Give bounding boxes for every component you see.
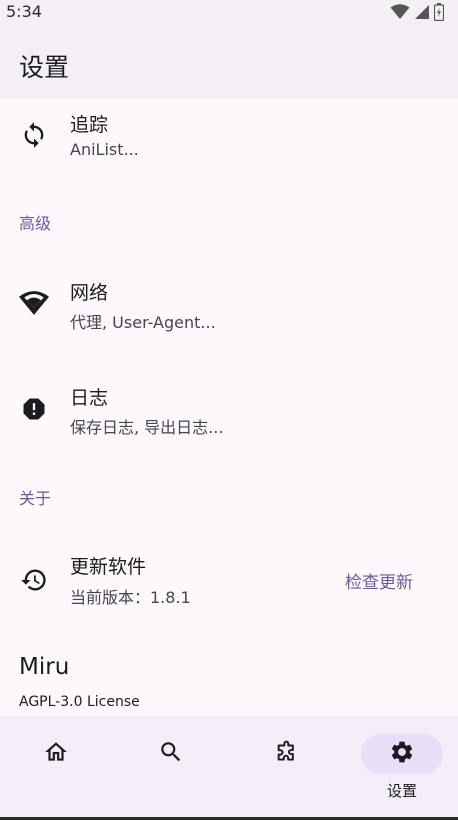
- nav-pill-extensions: [245, 734, 327, 774]
- tracking-subtitle: AniList...: [70, 140, 139, 159]
- bottom-navigation: 设置: [0, 716, 458, 820]
- gear-icon: [389, 739, 415, 769]
- settings-item-tracking[interactable]: 追踪 AniList...: [0, 98, 458, 178]
- search-icon: [158, 739, 184, 769]
- history-icon: [19, 565, 49, 595]
- wifi-icon: [390, 4, 410, 24]
- app-bar: 设置: [0, 24, 458, 98]
- status-time: 5:34: [6, 2, 42, 21]
- logs-subtitle: 保存日志, 导出日志...: [70, 418, 224, 437]
- app-name: Miru: [19, 654, 70, 680]
- puzzle-icon: [273, 739, 299, 769]
- nav-pill-search: [130, 734, 212, 774]
- tracking-title: 追踪: [70, 114, 109, 136]
- license-text[interactable]: AGPL-3.0 License: [19, 694, 140, 710]
- signal-icon: [414, 4, 430, 24]
- settings-item-update[interactable]: 更新软件 当前版本：1.8.1 检查更新: [0, 538, 458, 628]
- nav-item-home[interactable]: [15, 734, 97, 804]
- battery-icon: [433, 3, 445, 25]
- status-bar: 5:34: [0, 0, 458, 24]
- nav-pill-home: [15, 734, 97, 774]
- sync-icon: [19, 120, 49, 150]
- page-title: 设置: [19, 53, 70, 82]
- section-header-about: 关于: [19, 489, 52, 508]
- logs-title: 日志: [70, 387, 109, 409]
- settings-item-network[interactable]: 网络 代理, User-Agent...: [0, 258, 458, 348]
- check-update-button[interactable]: 检查更新: [345, 568, 413, 593]
- settings-list[interactable]: 追踪 AniList... 高级 网络 代理, User-Agent... 日志…: [0, 98, 458, 716]
- section-header-advanced: 高级: [19, 214, 52, 233]
- update-subtitle: 当前版本：1.8.1: [70, 588, 191, 607]
- settings-item-logs[interactable]: 日志 保存日志, 导出日志...: [0, 368, 458, 458]
- alert-octagon-icon: [19, 394, 49, 424]
- update-title: 更新软件: [70, 556, 147, 578]
- home-icon: [43, 739, 69, 769]
- nav-item-settings[interactable]: 设置: [361, 734, 443, 804]
- network-subtitle: 代理, User-Agent...: [70, 313, 216, 332]
- nav-label-settings: 设置: [386, 782, 417, 800]
- wifi-icon: [19, 288, 49, 318]
- nav-pill-settings: [361, 734, 443, 774]
- network-title: 网络: [70, 282, 109, 304]
- nav-item-extensions[interactable]: [245, 734, 327, 804]
- nav-item-search[interactable]: [130, 734, 212, 804]
- status-icons: [390, 3, 445, 25]
